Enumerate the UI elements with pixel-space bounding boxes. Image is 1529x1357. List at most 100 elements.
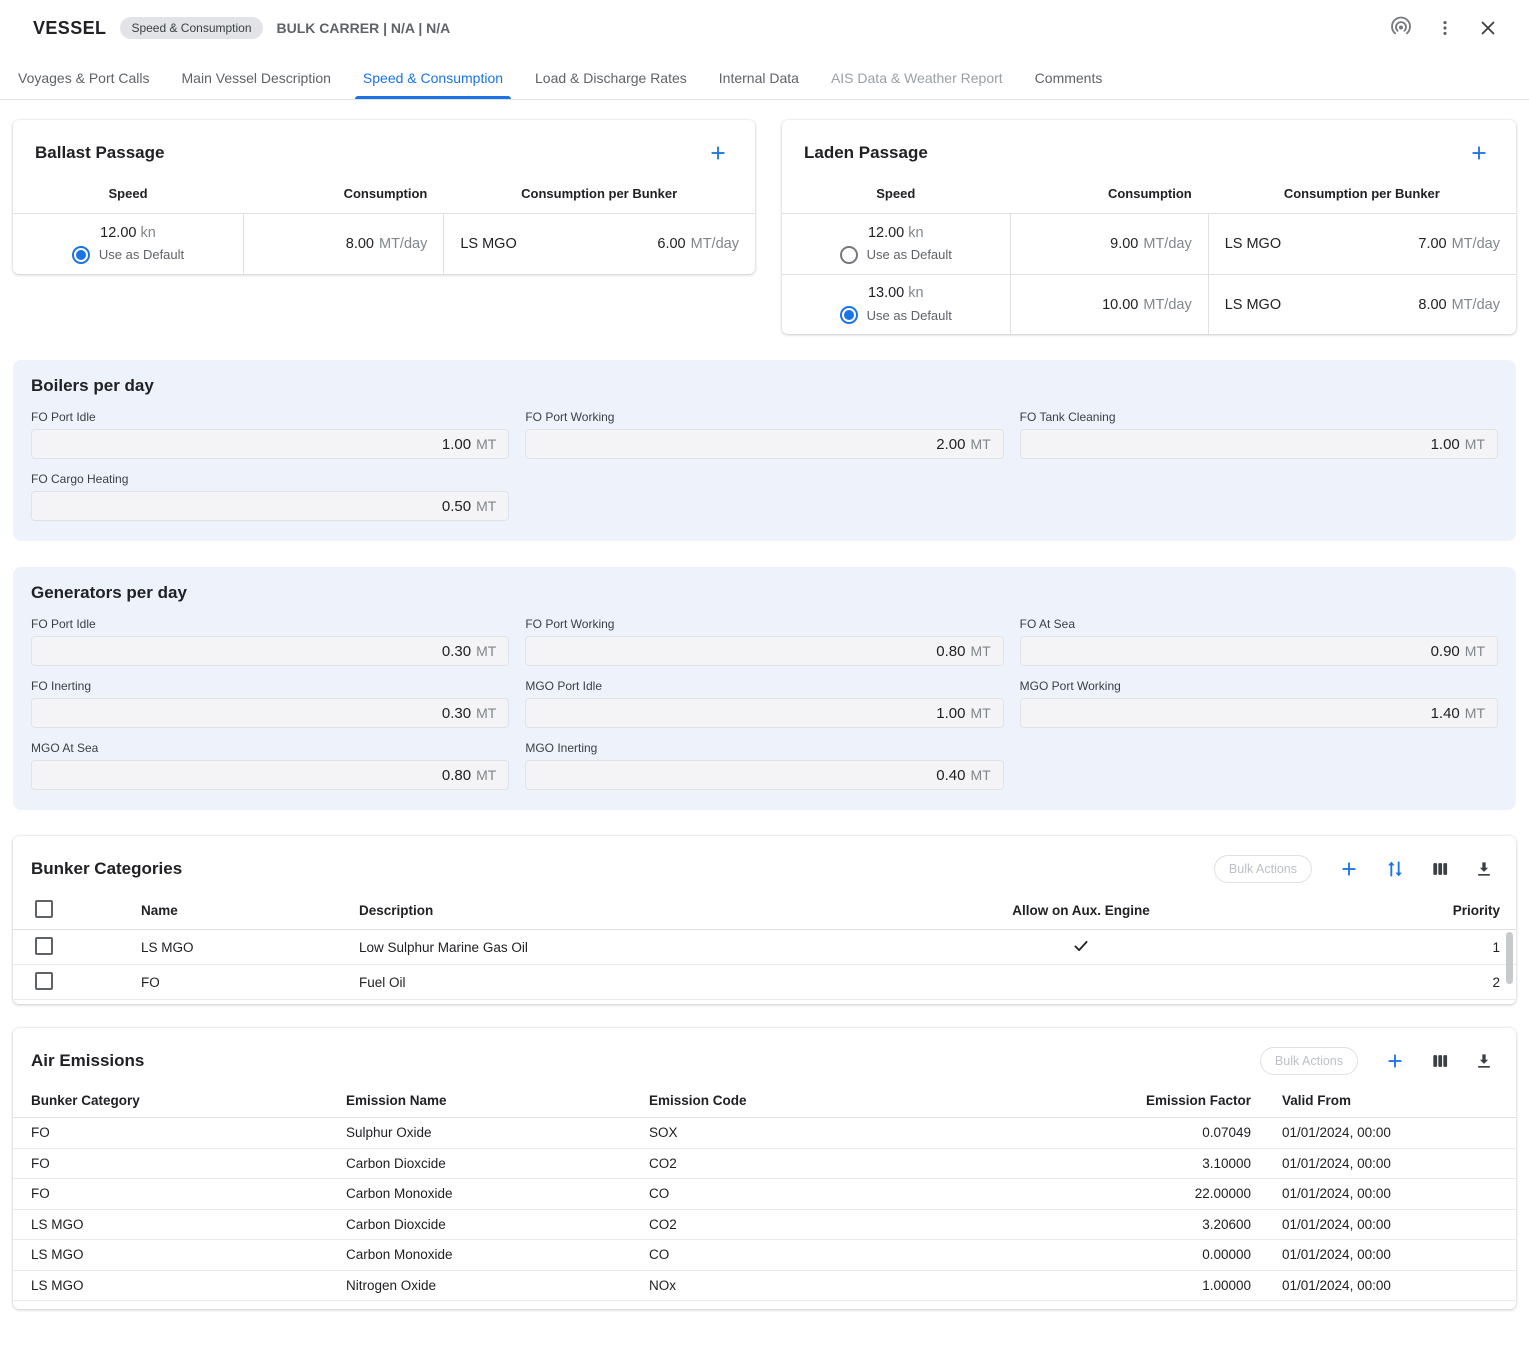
passages-row: Ballast Passage Speed Consumption Consum… xyxy=(13,120,1516,334)
bunker-priority: 1 xyxy=(1378,940,1516,955)
bunker-categories-card: Bunker Categories Bulk Actions Name xyxy=(13,836,1516,1004)
field-fo-port-idle: FO Port Idle MT xyxy=(31,410,509,459)
main-content: Ballast Passage Speed Consumption Consum… xyxy=(0,100,1529,1357)
laden-table-header: Speed Consumption Consumption per Bunker xyxy=(782,174,1516,214)
close-icon[interactable] xyxy=(1473,13,1503,43)
use-as-default-radio[interactable] xyxy=(72,246,90,264)
row-checkbox[interactable] xyxy=(35,937,53,955)
bunker-name: LS MGO xyxy=(141,940,359,955)
use-as-default-radio[interactable] xyxy=(840,246,858,264)
unit-suffix: MT xyxy=(476,767,496,783)
download-icon[interactable] xyxy=(1470,855,1498,883)
tab-bar: Voyages & Port Calls Main Vessel Descrip… xyxy=(0,56,1529,100)
input-box: MT xyxy=(1020,636,1498,666)
download-icon[interactable] xyxy=(1470,1047,1498,1075)
air-emission-row[interactable]: LS MGO Carbon Dioxcide CO2 3.20600 01/01… xyxy=(13,1210,1516,1241)
ballast-row[interactable]: 12.00 kn Use as Default 8.00 MT/day LS M… xyxy=(13,214,755,274)
scrollbar-thumb[interactable] xyxy=(1506,932,1513,984)
col-speed: Speed xyxy=(782,186,1010,201)
generators-fo-inerting-input[interactable] xyxy=(44,705,471,722)
col-valid-from: Valid From xyxy=(1251,1093,1516,1108)
more-options-icon[interactable] xyxy=(1431,14,1459,42)
emission-code: CO2 xyxy=(649,1217,951,1232)
air-emission-row[interactable]: FO Carbon Monoxide CO 22.00000 01/01/202… xyxy=(13,1179,1516,1210)
field-fo-cargo-heating: FO Cargo Heating MT xyxy=(31,472,509,521)
unit-suffix: MT xyxy=(970,767,990,783)
add-ballast-speed-icon[interactable] xyxy=(703,138,733,168)
input-box: MT xyxy=(525,636,1003,666)
consumption-unit: MT/day xyxy=(1143,236,1191,252)
generators-mgo-at-sea-input[interactable] xyxy=(44,767,471,784)
emission-name: Carbon Dioxcide xyxy=(346,1156,649,1171)
speed-value: 12.00 xyxy=(100,225,136,241)
col-emission-factor: Emission Factor xyxy=(951,1093,1251,1108)
columns-icon[interactable] xyxy=(1426,1047,1454,1075)
add-air-emission-icon[interactable] xyxy=(1380,1046,1410,1076)
col-speed: Speed xyxy=(13,186,243,201)
field-fo-inerting: FO Inerting MT xyxy=(31,679,509,728)
field-fo-port-working: FO Port Working MT xyxy=(525,617,1003,666)
laden-row[interactable]: 13.00 kn Use as Default 10.00 MT/day LS … xyxy=(782,274,1516,334)
emission-factor: 0.07049 xyxy=(951,1125,1251,1140)
consumption-value: 8.00 xyxy=(346,236,374,252)
tab-load-discharge-rates[interactable]: Load & Discharge Rates xyxy=(519,56,703,99)
use-as-default-radio[interactable] xyxy=(840,306,858,324)
bunker-consumption-value: 8.00 xyxy=(1418,297,1446,313)
boilers-fo-port-idle-input[interactable] xyxy=(44,436,471,453)
use-as-default-option[interactable]: Use as Default xyxy=(72,246,184,264)
field-fo-port-working: FO Port Working MT xyxy=(525,410,1003,459)
vessel-subtitle: BULK CARRER | N/A | N/A xyxy=(277,20,451,36)
sort-icon[interactable] xyxy=(1380,854,1410,884)
emission-code: CO2 xyxy=(649,1156,951,1171)
generators-section: Generators per day FO Port Idle MT FO Po… xyxy=(13,567,1516,810)
tab-ais-data-weather-report[interactable]: AIS Data & Weather Report xyxy=(815,56,1019,99)
add-bunker-category-icon[interactable] xyxy=(1334,854,1364,884)
emission-factor: 3.20600 xyxy=(951,1217,1251,1232)
check-icon xyxy=(1072,937,1090,958)
generators-mgo-inerting-input[interactable] xyxy=(538,767,965,784)
air-emission-row[interactable]: LS MGO Carbon Monoxide CO 0.00000 01/01/… xyxy=(13,1240,1516,1271)
generators-fo-port-working-input[interactable] xyxy=(538,643,965,660)
row-checkbox[interactable] xyxy=(35,972,53,990)
input-box: MT xyxy=(1020,698,1498,728)
tab-voyages-port-calls[interactable]: Voyages & Port Calls xyxy=(2,56,166,99)
tab-comments[interactable]: Comments xyxy=(1019,56,1119,99)
section-badge: Speed & Consumption xyxy=(120,17,262,39)
air-emission-row[interactable]: FO Sulphur Oxide SOX 0.07049 01/01/2024,… xyxy=(13,1118,1516,1149)
generators-mgo-port-working-input[interactable] xyxy=(1033,705,1460,722)
bunker-priority: 2 xyxy=(1378,975,1516,990)
bunker-consumption-unit: MT/day xyxy=(1452,236,1500,252)
columns-icon[interactable] xyxy=(1426,855,1454,883)
laden-row[interactable]: 12.00 kn Use as Default 9.00 MT/day LS M… xyxy=(782,214,1516,274)
air-emissions-table-header: Bunker Category Emission Name Emission C… xyxy=(13,1084,1516,1118)
air-emission-row[interactable]: FO Carbon Dioxcide CO2 3.10000 01/01/202… xyxy=(13,1149,1516,1180)
generators-fo-at-sea-input[interactable] xyxy=(1033,643,1460,660)
boilers-fo-port-working-input[interactable] xyxy=(538,436,965,453)
tab-main-vessel-description[interactable]: Main Vessel Description xyxy=(166,56,347,99)
generators-mgo-port-idle-input[interactable] xyxy=(538,705,965,722)
col-consumption: Consumption xyxy=(1010,186,1208,201)
emission-factor: 1.00000 xyxy=(951,1278,1251,1293)
boilers-fo-tank-cleaning-input[interactable] xyxy=(1033,436,1460,453)
bunker-consumption-unit: MT/day xyxy=(691,236,739,252)
generators-fo-port-idle-input[interactable] xyxy=(44,643,471,660)
speed-cell: 12.00 kn Use as Default xyxy=(13,214,243,274)
consumption-unit: MT/day xyxy=(1143,297,1191,313)
emission-bunker-category: LS MGO xyxy=(13,1247,346,1262)
use-as-default-option[interactable]: Use as Default xyxy=(840,246,952,264)
add-laden-speed-icon[interactable] xyxy=(1464,138,1494,168)
air-emission-row[interactable]: LS MGO Nitrogen Oxide NOx 1.00000 01/01/… xyxy=(13,1271,1516,1302)
use-as-default-option[interactable]: Use as Default xyxy=(840,306,952,324)
tab-internal-data[interactable]: Internal Data xyxy=(703,56,815,99)
select-all-checkbox[interactable] xyxy=(35,900,53,918)
bunker-category-row[interactable]: FO Fuel Oil 2 xyxy=(13,965,1516,1000)
emission-factor: 0.00000 xyxy=(951,1247,1251,1262)
tethering-icon[interactable] xyxy=(1385,12,1417,44)
unit-suffix: MT xyxy=(1465,705,1485,721)
bunker-category-row[interactable]: LS MGO Low Sulphur Marine Gas Oil 1 xyxy=(13,930,1516,965)
use-as-default-label: Use as Default xyxy=(867,247,952,262)
input-box: MT xyxy=(31,491,509,521)
input-box: MT xyxy=(31,636,509,666)
boilers-fo-cargo-heating-input[interactable] xyxy=(44,498,471,515)
tab-speed-consumption[interactable]: Speed & Consumption xyxy=(347,56,519,99)
